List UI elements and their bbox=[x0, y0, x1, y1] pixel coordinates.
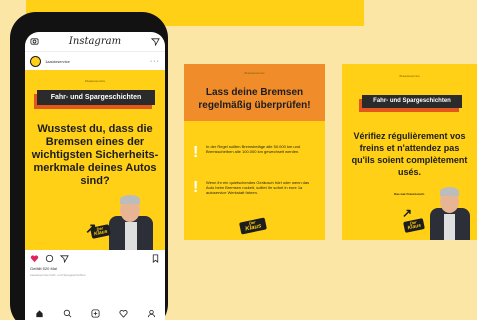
post-actions bbox=[25, 250, 165, 266]
exclamation-icon: ! bbox=[193, 144, 199, 161]
bookmark-icon[interactable] bbox=[151, 253, 160, 263]
heart-icon[interactable] bbox=[30, 254, 39, 263]
card-hashtag: #1aautoservice bbox=[244, 71, 265, 75]
post-image[interactable]: #1aautoservice Fahr- und Spargeschichten… bbox=[25, 70, 165, 250]
home-icon[interactable] bbox=[35, 309, 44, 318]
more-options-icon[interactable]: ··· bbox=[150, 58, 160, 65]
mechanic-photo bbox=[428, 184, 472, 240]
send-icon[interactable] bbox=[150, 37, 160, 46]
post-banner: Fahr- und Spargeschichten bbox=[37, 90, 155, 105]
username[interactable]: 1aautoservice bbox=[45, 59, 146, 64]
post-author-row: 1aautoservice ··· bbox=[25, 52, 165, 70]
bottom-navigation bbox=[25, 306, 165, 320]
tip-text-1: In der Regel sollten Bremsbeläge alle 50… bbox=[206, 144, 301, 154]
post-hashtag: #1aautoservice bbox=[84, 79, 106, 83]
arrow-icon: ↗ bbox=[402, 206, 413, 220]
comment-icon[interactable] bbox=[45, 254, 54, 263]
brakes-info-card: #1aautoservice Lass deine Bremsen regelm… bbox=[184, 64, 325, 240]
camera-icon[interactable] bbox=[30, 37, 39, 46]
card-hashtag: #1aautoservice bbox=[399, 74, 420, 78]
instagram-header: Instagram bbox=[25, 32, 165, 52]
search-icon[interactable] bbox=[63, 309, 72, 318]
mechanic-photo bbox=[107, 192, 155, 250]
der-klaus-logo: Der Klaus bbox=[239, 217, 267, 235]
tip-text-2: Wenn ihr ein quietschendes Geräusch hört… bbox=[206, 180, 310, 195]
der-klaus-logo: Der Klaus bbox=[403, 218, 425, 233]
phone-mockup: Instagram 1aautoservice ··· #1aautoservi… bbox=[10, 12, 168, 320]
card-banner: Fahr- und Spargeschichten bbox=[362, 95, 462, 108]
card-title: Lass deine Bremsen regelmäßig überprüfen… bbox=[198, 87, 311, 111]
instagram-screen: Instagram 1aautoservice ··· #1aautoservi… bbox=[25, 32, 165, 320]
exclamation-icon: ! bbox=[193, 179, 199, 196]
add-icon[interactable] bbox=[90, 308, 100, 318]
heart-nav-icon[interactable] bbox=[118, 309, 128, 318]
french-tip-card: #1aautoservice Fahr- und Spargeschichten… bbox=[342, 64, 477, 240]
app-title: Instagram bbox=[68, 36, 122, 47]
share-icon[interactable] bbox=[60, 254, 69, 263]
post-question: Wusstest du, dass die Bremsen eines der … bbox=[31, 123, 159, 187]
french-tip-text: Vérifiez régulièrement vos freins et n'a… bbox=[351, 131, 468, 177]
profile-icon[interactable] bbox=[147, 309, 156, 318]
avatar[interactable] bbox=[30, 55, 41, 67]
post-caption: 1aautoservice Fahr- und Spargeschichten bbox=[30, 273, 86, 277]
